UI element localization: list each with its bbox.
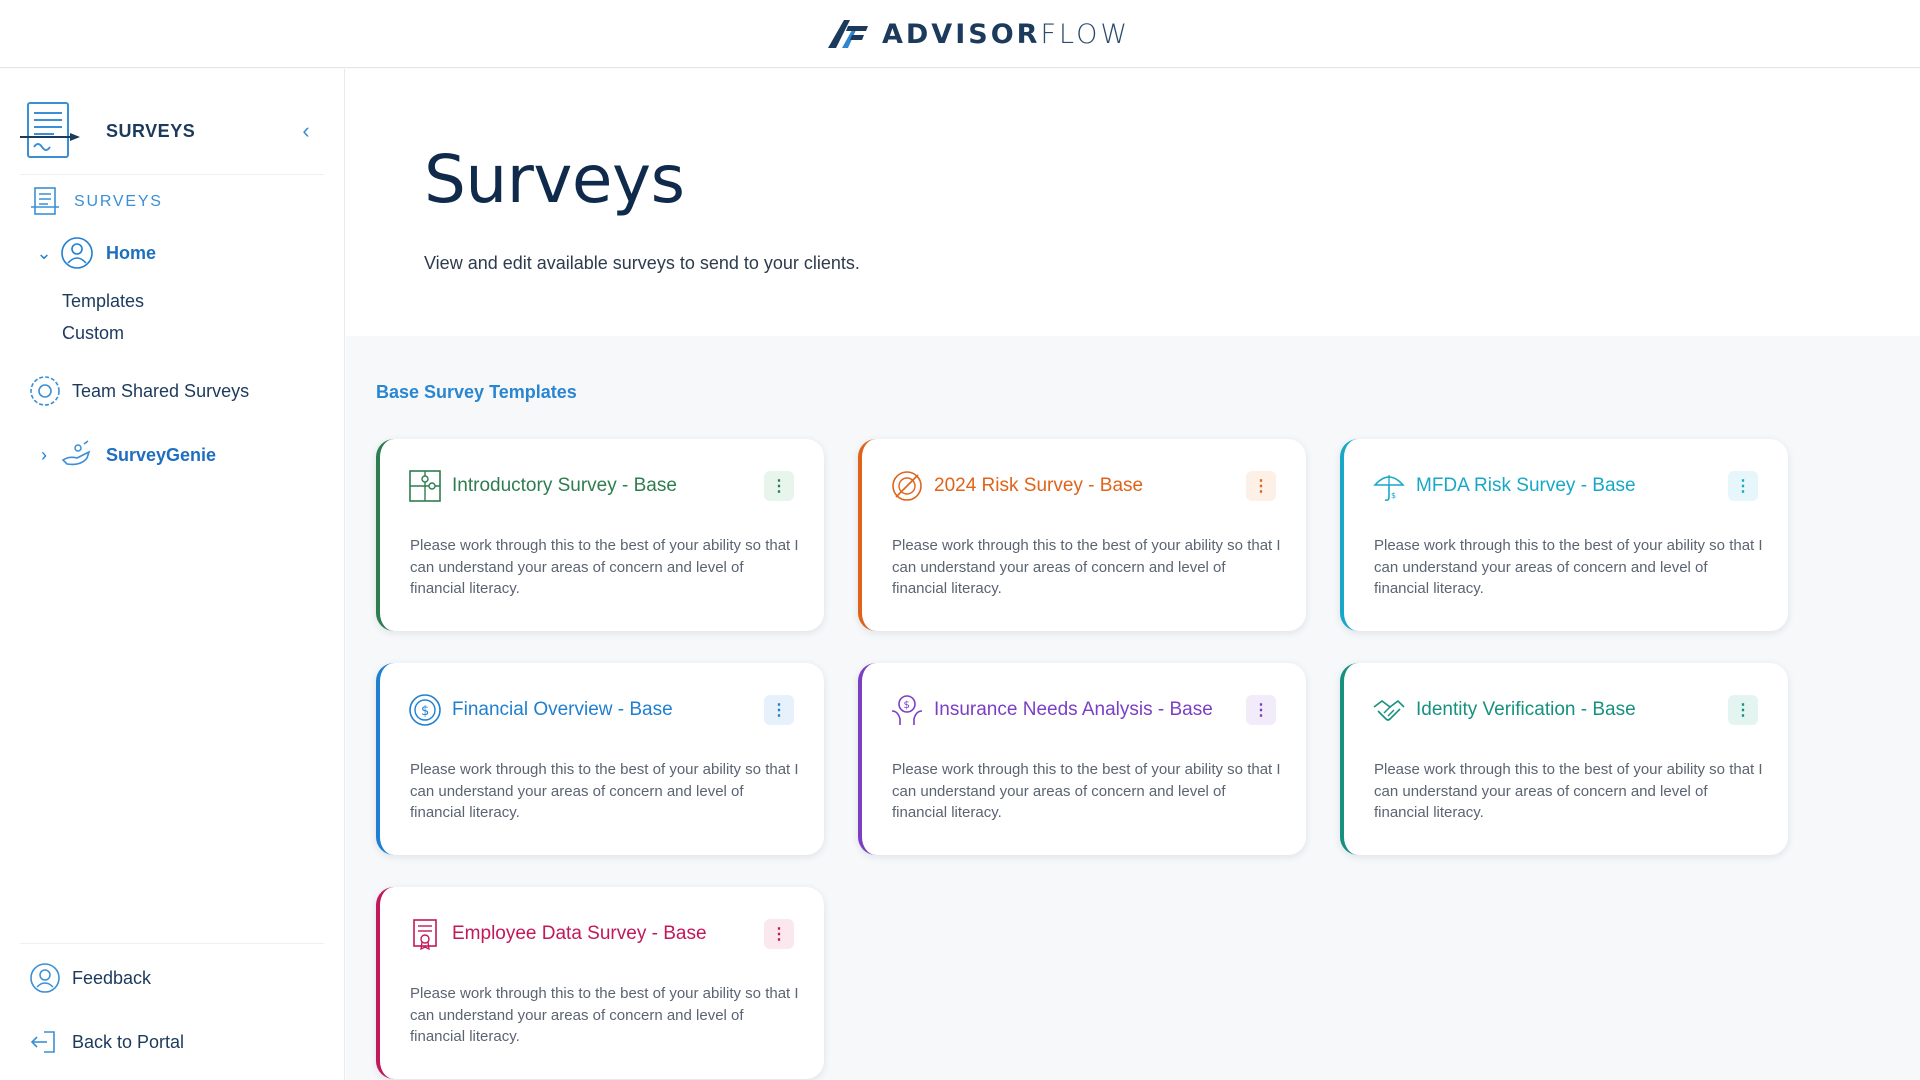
more-options-icon[interactable]: ⋮ <box>764 919 794 949</box>
puzzle-icon <box>409 470 441 502</box>
more-options-icon[interactable]: ⋮ <box>1246 695 1276 725</box>
survey-card-title: 2024 Risk Survey - Base <box>934 475 1144 496</box>
sidebar-item-feedback[interactable]: Feedback <box>28 961 151 995</box>
sidebar-item-templates[interactable]: Templates <box>62 291 144 312</box>
top-bar: ADVISORFLOW <box>0 0 1920 68</box>
sidebar: SURVEYS ‹ SURVEYS ⌄ Home Templates Custo… <box>0 69 345 1080</box>
certificate-icon <box>413 919 437 951</box>
sidebar-item-back-to-portal[interactable]: Back to Portal <box>28 1025 184 1059</box>
sidebar-section-label: SURVEYS <box>74 193 163 210</box>
survey-card-title: Insurance Needs Analysis - Base <box>934 699 1213 720</box>
survey-document-icon <box>20 102 80 158</box>
survey-card-insurance-needs[interactable]: $ Insurance Needs Analysis - Base ⋮ Plea… <box>858 663 1306 855</box>
sidebar-header: SURVEYS ‹ <box>18 93 324 169</box>
more-options-icon[interactable]: ⋮ <box>1728 695 1758 725</box>
sidebar-item-surveygenie[interactable]: › SurveyGenie <box>32 438 216 472</box>
svg-text:$: $ <box>421 704 429 719</box>
handshake-icon <box>1373 699 1405 721</box>
sidebar-section-surveys[interactable]: SURVEYS <box>28 185 163 219</box>
survey-card-description: Please work through this to the best of … <box>892 761 1281 821</box>
sidebar-item-home[interactable]: ⌄ Home <box>32 236 156 270</box>
survey-card-description: Please work through this to the best of … <box>1374 761 1763 821</box>
more-options-icon[interactable]: ⋮ <box>764 695 794 725</box>
more-options-icon[interactable]: ⋮ <box>1728 471 1758 501</box>
page-header: Surveys View and edit available surveys … <box>346 69 1920 336</box>
survey-card-financial-overview[interactable]: $ Financial Overview - Base ⋮ Please wor… <box>376 663 824 855</box>
sidebar-item-surveygenie-label: SurveyGenie <box>106 444 217 465</box>
survey-card-description: Please work through this to the best of … <box>410 761 799 821</box>
coin-icon: $ <box>409 694 441 726</box>
divider <box>20 943 324 944</box>
sidebar-item-team-shared-label: Team Shared Surveys <box>72 380 250 401</box>
sidebar-item-home-label: Home <box>106 242 157 263</box>
survey-card-description: Please work through this to the best of … <box>1374 537 1763 597</box>
survey-card-title: Financial Overview - Base <box>452 699 673 720</box>
section-title: Base Survey Templates <box>376 382 577 402</box>
survey-card-introductory[interactable]: Introductory Survey - Base ⋮ Please work… <box>376 439 824 631</box>
sidebar-item-feedback-label: Feedback <box>72 967 152 988</box>
more-options-icon[interactable]: ⋮ <box>1246 471 1276 501</box>
team-gear-icon <box>30 376 60 406</box>
user-avatar-icon <box>61 237 93 269</box>
hands-coin-icon: $ <box>891 695 923 725</box>
page-subtitle: View and edit available surveys to send … <box>424 253 860 273</box>
divider <box>20 174 324 175</box>
survey-small-icon <box>31 187 59 215</box>
survey-card-title: Employee Data Survey - Base <box>452 923 707 944</box>
survey-card-description: Please work through this to the best of … <box>892 537 1281 597</box>
page-title: Surveys <box>424 141 685 218</box>
survey-card-mfda-risk[interactable]: $ MFDA Risk Survey - Base ⋮ Please work … <box>1340 439 1788 631</box>
feedback-icon <box>30 963 60 993</box>
genie-lamp-icon <box>61 440 91 466</box>
logo-mark-icon <box>828 20 868 48</box>
main-content: Surveys View and edit available surveys … <box>346 69 1920 1080</box>
survey-card-title: Introductory Survey - Base <box>452 475 677 496</box>
svg-text:$: $ <box>904 700 910 711</box>
svg-text:$: $ <box>1391 491 1396 500</box>
risk-target-icon <box>892 471 922 501</box>
survey-card-title: MFDA Risk Survey - Base <box>1416 475 1636 496</box>
survey-card-employee-data[interactable]: Employee Data Survey - Base ⋮ Please wor… <box>376 887 824 1079</box>
advisorflow-logo[interactable]: ADVISORFLOW <box>826 12 1130 56</box>
survey-card-identity-verification[interactable]: Identity Verification - Base ⋮ Please wo… <box>1340 663 1788 855</box>
survey-card-2024-risk[interactable]: 2024 Risk Survey - Base ⋮ Please work th… <box>858 439 1306 631</box>
back-arrow-icon <box>30 1031 55 1053</box>
survey-card-title: Identity Verification - Base <box>1416 699 1636 720</box>
chevron-down-icon[interactable]: ⌄ <box>32 241 56 265</box>
sidebar-item-custom[interactable]: Custom <box>62 323 124 344</box>
collapse-sidebar-chevron-icon[interactable]: ‹ <box>296 120 316 142</box>
templates-section: Base Survey Templates Introductory Surve… <box>346 336 1920 1080</box>
sidebar-item-team-shared-surveys[interactable]: Team Shared Surveys <box>28 374 249 408</box>
survey-card-description: Please work through this to the best of … <box>410 537 799 597</box>
brand-name: ADVISORFLOW <box>882 18 1131 50</box>
survey-card-description: Please work through this to the best of … <box>410 985 799 1045</box>
umbrella-icon: $ <box>1373 475 1405 501</box>
sidebar-item-back-label: Back to Portal <box>72 1031 185 1052</box>
sidebar-header-title: SURVEYS <box>106 120 196 141</box>
more-options-icon[interactable]: ⋮ <box>764 471 794 501</box>
chevron-right-icon[interactable]: › <box>32 443 56 467</box>
